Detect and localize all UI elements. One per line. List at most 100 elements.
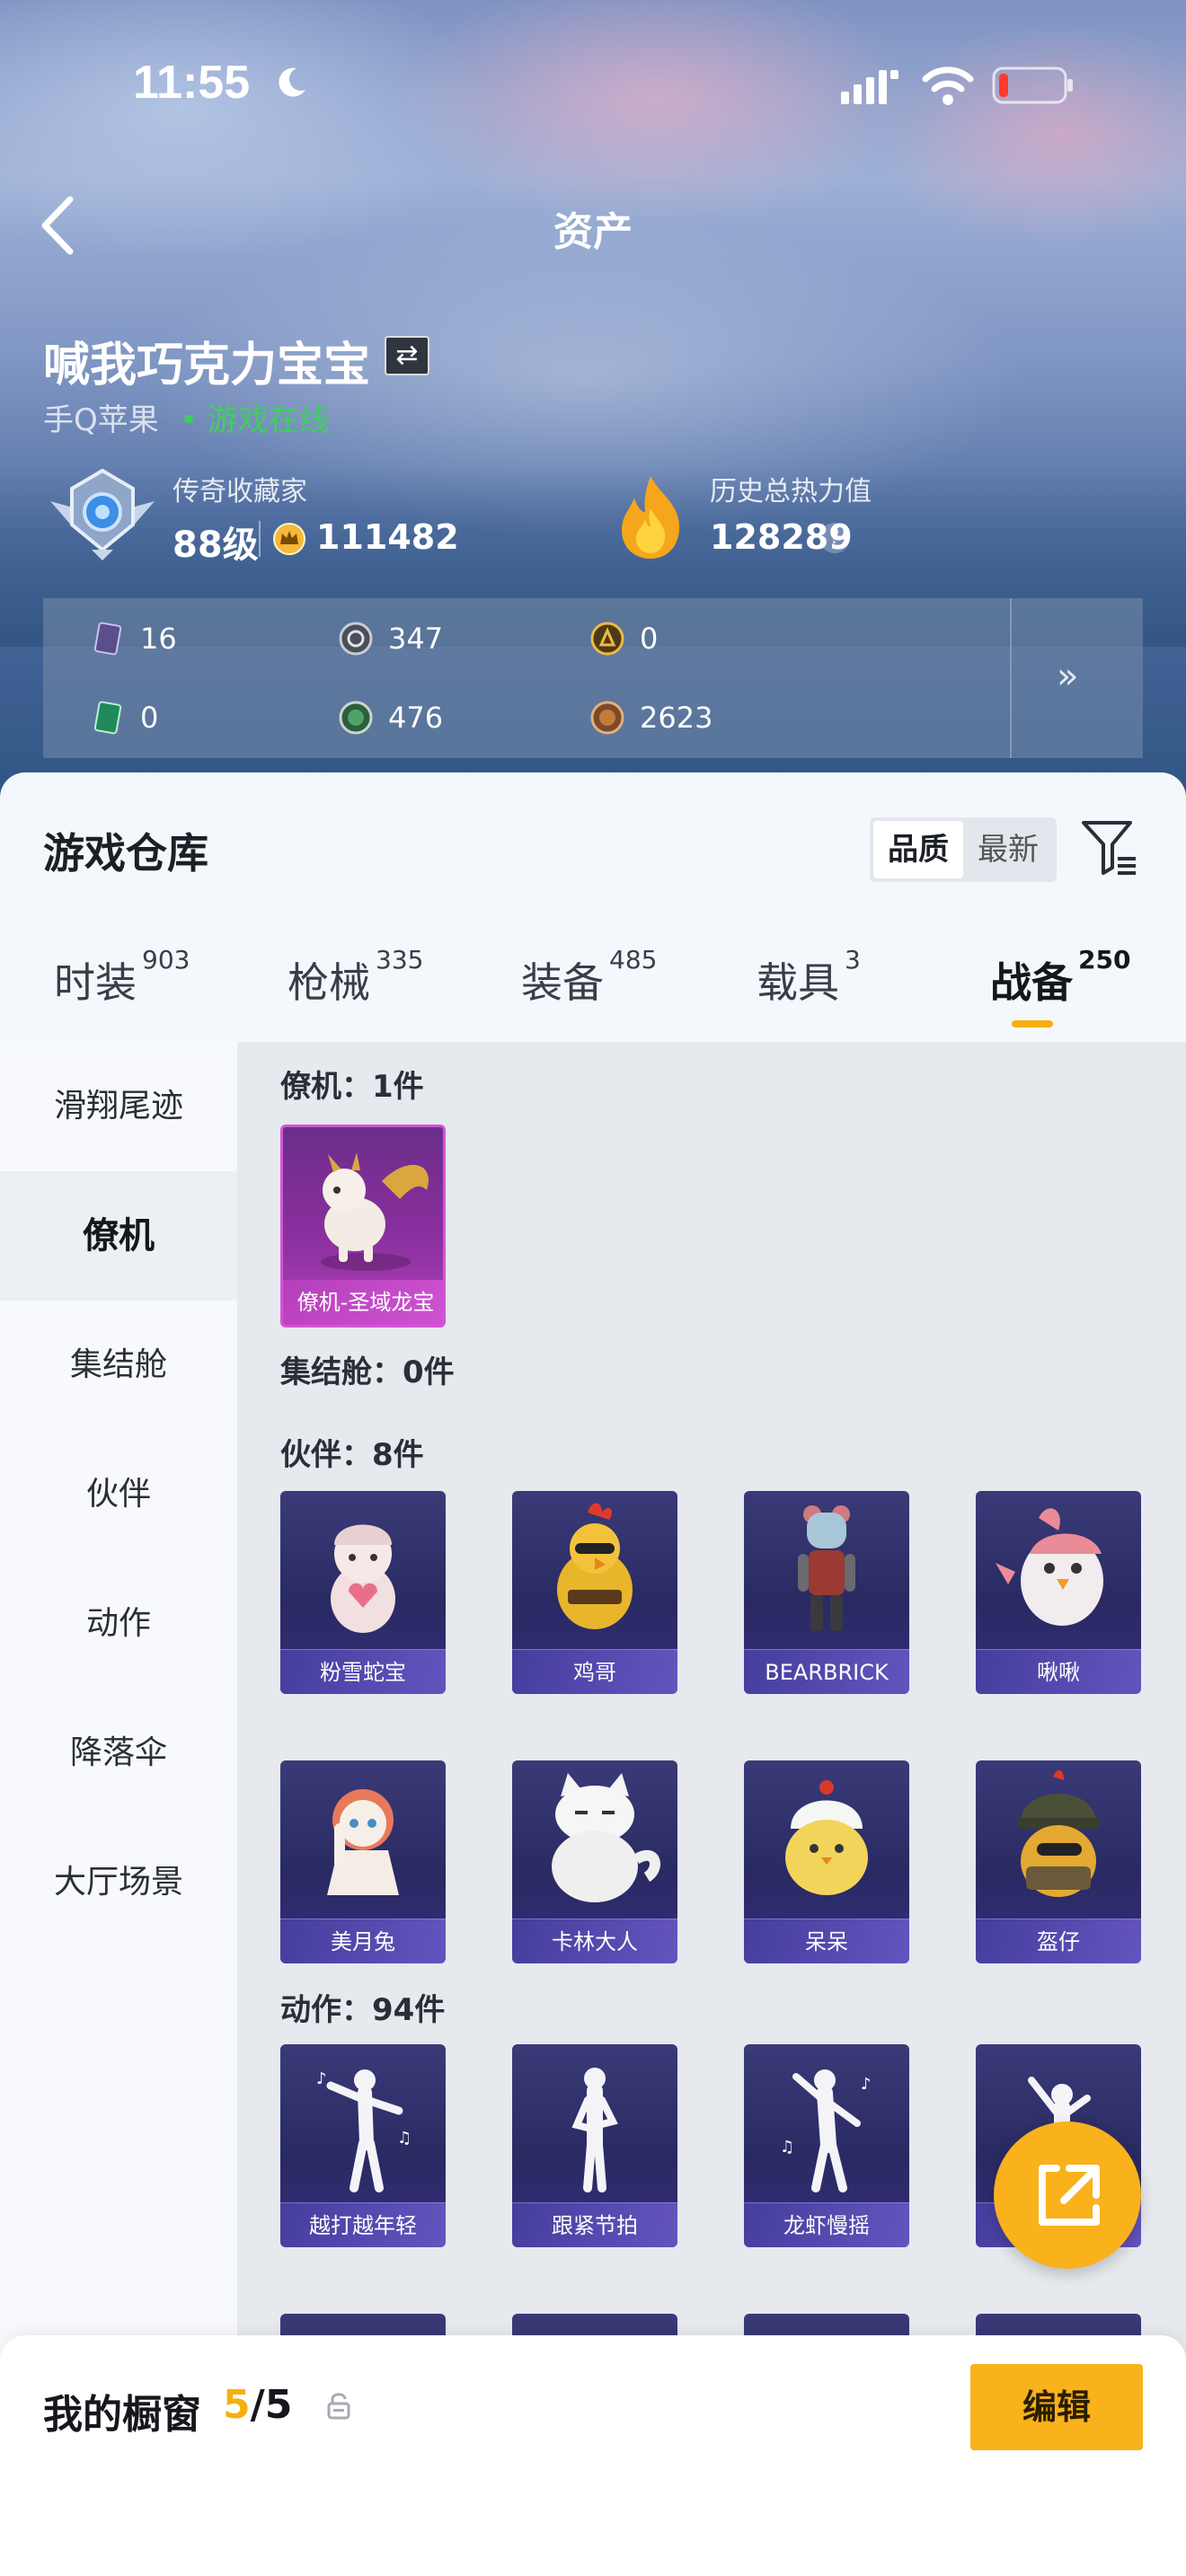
purple-card-icon (93, 622, 122, 656)
item-name: 卡林大人 (512, 1919, 677, 1963)
battery-icon (992, 66, 1073, 104)
tab-count: 335 (376, 945, 424, 975)
sort-quality-option[interactable]: 品质 (873, 821, 963, 878)
crown-icon (273, 523, 305, 555)
item-card[interactable]: 粉雪蛇宝 (280, 1491, 446, 1694)
fire-icon (622, 476, 680, 559)
currency-value: 16 (140, 622, 177, 656)
item-name: 越打越年轻 (280, 2202, 446, 2247)
tab-label: 载具 (757, 958, 839, 1007)
section-wingman-label: 僚机：1件 (280, 1069, 424, 1105)
item-card[interactable]: ♪ ♫ 龙虾慢摇 (744, 2044, 909, 2247)
item-card[interactable]: ♪ ♫ 越打越年轻 (280, 2044, 446, 2247)
expand-currencies-icon[interactable]: » (1057, 656, 1078, 697)
showcase-total: 5 (264, 2382, 293, 2428)
green-card-icon (93, 701, 122, 735)
item-card[interactable]: 啾啾 (976, 1491, 1141, 1694)
item-card[interactable]: 卡林大人 (512, 1760, 677, 1963)
dance-pose-icon (571, 2068, 618, 2192)
svg-text:♫: ♫ (780, 2138, 794, 2157)
currency-value: 0 (640, 622, 659, 656)
sidebar-item-glide-trail[interactable]: 滑翔尾迹 (0, 1042, 237, 1171)
chicken-icon (557, 1503, 633, 1629)
showcase-bar: 我的橱窗 5/5 编辑 (0, 2335, 1186, 2576)
item-name: 啾啾 (976, 1649, 1141, 1694)
tab-vehicles[interactable]: 载具 3 (757, 945, 861, 1010)
sidebar-item-action[interactable]: 动作 (0, 1559, 237, 1689)
sidebar-item-parachute[interactable]: 降落伞 (0, 1689, 237, 1818)
sidebar-item-wingman[interactable]: 僚机 (0, 1171, 237, 1301)
help-icon[interactable]: ? (819, 523, 850, 553)
heat-title: 历史总热力值 (710, 476, 872, 507)
item-card[interactable]: 跟紧节拍 (512, 2044, 677, 2247)
chick-icon (785, 1780, 868, 1895)
filter-icon[interactable] (1080, 817, 1137, 878)
tab-count: 485 (609, 945, 658, 975)
signal-icon (841, 70, 898, 104)
cat-icon (552, 1773, 660, 1902)
sidebar-item-lobby-scene[interactable]: 大厅场景 (0, 1818, 237, 1947)
wifi-icon (922, 66, 974, 105)
bearbrick-icon (798, 1505, 855, 1631)
showcase-count: 5/5 (223, 2382, 292, 2428)
svg-text:♪: ♪ (861, 2075, 872, 2094)
sort-toggle: 品质 最新 (870, 817, 1057, 882)
collection-score: 111482 (316, 517, 459, 557)
item-name: 粉雪蛇宝 (280, 1649, 446, 1694)
tab-label: 装备 (521, 958, 604, 1007)
switch-account-icon[interactable]: ⇄ (385, 336, 429, 375)
gray-coin-icon (339, 622, 373, 656)
moon-rabbit-icon (327, 1789, 399, 1895)
showcase-separator: / (250, 2382, 265, 2428)
tab-label: 时装 (54, 958, 137, 1007)
sort-newest-option[interactable]: 最新 (963, 821, 1053, 878)
edit-button[interactable]: 编辑 (970, 2364, 1143, 2450)
svg-text:♪: ♪ (316, 2069, 327, 2088)
snow-snake-icon (331, 1524, 395, 1633)
tab-guns[interactable]: 枪械 335 (288, 945, 423, 1010)
item-name: 美月兔 (280, 1919, 446, 1963)
sidebar-item-pod[interactable]: 集结舱 (0, 1301, 237, 1430)
section-action-label: 动作：94件 (280, 1992, 446, 2028)
currency-value: 347 (388, 622, 444, 656)
status-time: 11:55 (133, 57, 251, 109)
share-icon (1039, 2165, 1100, 2226)
online-status: • 游戏在线 (180, 402, 330, 438)
tab-fashion[interactable]: 时装 903 (54, 945, 190, 1010)
dance-pose-icon: ♪ ♫ (316, 2069, 412, 2192)
share-button[interactable] (994, 2122, 1141, 2269)
badge-title: 传奇收藏家 (173, 476, 307, 507)
tab-combat-gear[interactable]: 战备 250 (990, 945, 1130, 1010)
item-name: 僚机-圣域龙宝 (283, 1280, 443, 1325)
item-name: 龙虾慢摇 (744, 2202, 909, 2247)
tab-equipment[interactable]: 装备 485 (521, 945, 657, 1010)
item-card[interactable]: 美月兔 (280, 1760, 446, 1963)
tab-count: 903 (142, 945, 190, 975)
showcase-current: 5 (223, 2382, 251, 2428)
item-card[interactable]: 呆呆 (744, 1760, 909, 1963)
showcase-title: 我的橱窗 (43, 2392, 201, 2438)
tab-label: 枪械 (288, 958, 370, 1007)
tab-count: 3 (845, 945, 861, 975)
user-platform: 手Q苹果 (43, 402, 159, 438)
sidebar-item-partner[interactable]: 伙伴 (0, 1430, 237, 1559)
currency-value: 476 (388, 701, 444, 735)
user-name: 喊我巧克力宝宝 (43, 339, 371, 393)
tab-label: 战备 (990, 958, 1073, 1007)
item-name: BEARBRICK (744, 1649, 909, 1694)
item-card[interactable]: BEARBRICK (744, 1491, 909, 1694)
level-divider (259, 521, 261, 557)
item-card[interactable]: 盔仔 (976, 1760, 1141, 1963)
section-partner-label: 伙伴：8件 (280, 1437, 424, 1473)
item-name: 盔仔 (976, 1919, 1141, 1963)
player-level: 88级 (173, 525, 259, 566)
page-title: 资产 (553, 209, 633, 255)
item-card[interactable]: 僚机-圣域龙宝 (280, 1125, 446, 1328)
item-card[interactable]: 鸡哥 (512, 1491, 677, 1694)
tab-count: 250 (1078, 945, 1131, 975)
currency-value: 0 (140, 701, 159, 735)
moon-icon (279, 67, 305, 97)
item-name: 鸡哥 (512, 1649, 677, 1694)
currency-value: 2623 (640, 701, 713, 735)
bird-icon (996, 1508, 1103, 1626)
